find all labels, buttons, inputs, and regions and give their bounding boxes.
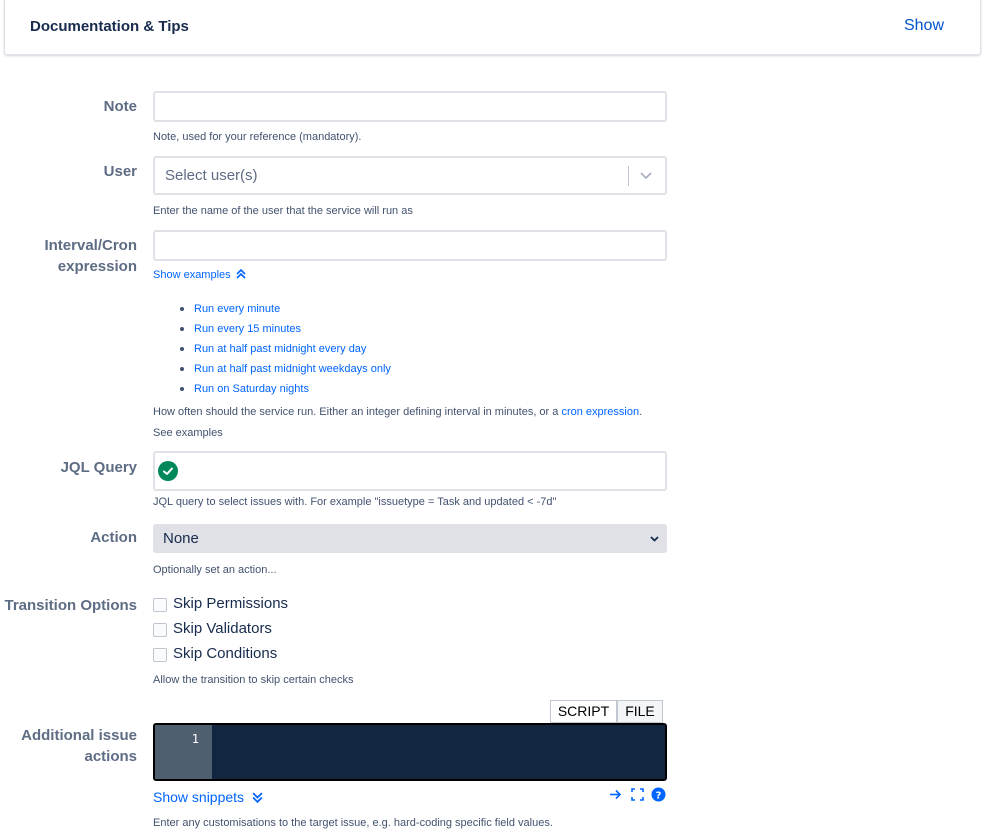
show-examples-toggle[interactable]: Show examples <box>153 266 246 285</box>
script-editor[interactable]: 1 <box>153 723 667 781</box>
chevron-down-icon <box>650 536 659 542</box>
cron-example-item[interactable]: Run on Saturday nights <box>180 379 391 399</box>
interval-label: Interval/Cron expression <box>0 235 137 277</box>
additional-actions-label: Additional issue actions <box>0 725 137 767</box>
cron-examples-list: Run every minute Run every 15 minutes Ru… <box>180 299 391 399</box>
svg-text:?: ? <box>656 791 662 802</box>
fullscreen-icon[interactable] <box>630 787 645 802</box>
show-examples-label: Show examples <box>153 269 231 281</box>
note-help: Note, used for your reference (mandatory… <box>153 131 362 143</box>
jql-label: JQL Query <box>60 459 137 476</box>
cron-example-item[interactable]: Run every minute <box>180 299 391 319</box>
documentation-panel: Documentation & Tips Show <box>4 0 981 55</box>
checkbox-label: Skip Permissions <box>173 595 289 612</box>
action-label: Action <box>90 529 137 546</box>
cron-example-item[interactable]: Run at half past midnight weekdays only <box>180 359 391 379</box>
user-help: Enter the name of the user that the serv… <box>153 205 413 217</box>
user-select-separator <box>628 166 629 186</box>
checkbox-label: Skip Validators <box>173 620 272 637</box>
action-help: Optionally set an action... <box>153 564 277 576</box>
jql-help: JQL query to select issues with. For exa… <box>153 496 557 508</box>
additional-actions-help: Enter any customisations to the target i… <box>153 817 553 829</box>
additional-label-line2: actions <box>84 748 137 765</box>
interval-help-suffix: . <box>639 406 643 418</box>
editor-gutter: 1 <box>155 725 212 779</box>
additional-label-line1: Additional issue <box>21 727 137 744</box>
help-circle-icon[interactable]: ? <box>651 787 666 802</box>
checkbox-box[interactable] <box>153 648 167 662</box>
tab-script[interactable]: SCRIPT <box>550 700 617 723</box>
note-input[interactable] <box>153 91 667 122</box>
transition-label: Transition Options <box>4 597 137 614</box>
interval-label-line2: expression <box>57 258 137 275</box>
user-select[interactable]: Select user(s) <box>153 156 667 195</box>
action-select[interactable]: None <box>153 524 667 553</box>
interval-help-text: How often should the service run. Either… <box>153 406 559 418</box>
arrow-right-icon[interactable] <box>608 787 623 802</box>
show-snippets-label: Show snippets <box>153 789 245 805</box>
show-snippets-toggle[interactable]: Show snippets <box>153 787 263 807</box>
user-label: User <box>103 163 137 180</box>
transition-help: Allow the transition to skip certain che… <box>153 674 354 686</box>
note-label: Note <box>103 98 137 115</box>
cron-example-item[interactable]: Run every 15 minutes <box>180 319 391 339</box>
interval-input[interactable] <box>153 230 667 261</box>
see-examples-text: See examples <box>153 427 223 439</box>
checkbox-label: Skip Conditions <box>173 645 278 662</box>
documentation-show-link[interactable]: Show <box>904 17 944 35</box>
user-select-placeholder: Select user(s) <box>165 167 258 184</box>
interval-help: How often should the service run. Either… <box>153 402 673 423</box>
chevron-down-icon[interactable] <box>639 168 653 182</box>
action-selected-value: None <box>163 530 199 547</box>
cron-expression-link[interactable]: cron expression <box>561 406 639 418</box>
documentation-title: Documentation & Tips <box>30 18 189 35</box>
check-circle-icon <box>158 461 178 481</box>
checkbox-box[interactable] <box>153 598 167 612</box>
interval-label-line1: Interval/Cron <box>44 237 137 254</box>
chevron-double-down-icon <box>252 792 263 804</box>
jql-input[interactable] <box>153 451 667 491</box>
cron-example-item[interactable]: Run at half past midnight every day <box>180 339 391 359</box>
line-number: 1 <box>191 732 199 746</box>
checkbox-box[interactable] <box>153 623 167 637</box>
chevron-double-up-icon <box>236 268 246 279</box>
tab-file[interactable]: FILE <box>617 700 663 723</box>
